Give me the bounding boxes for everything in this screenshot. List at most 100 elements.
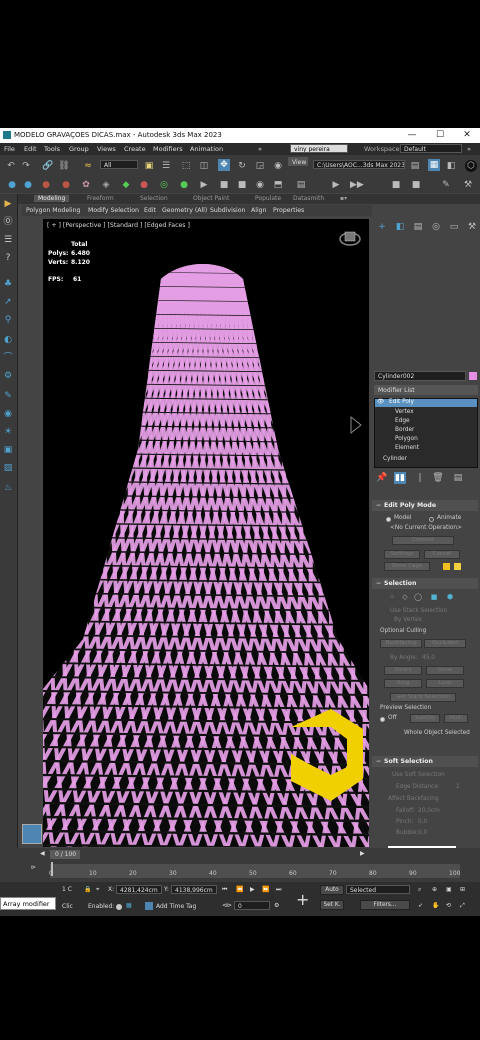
time-config-icon[interactable]: ⚙	[274, 902, 279, 909]
stack-cylinder[interactable]: Cylinder	[383, 456, 407, 462]
ribbon-options-icon[interactable]: ▪▾	[340, 195, 347, 202]
project-folder-select[interactable]: C:\Users\AOC...3ds Max 2023	[313, 160, 405, 169]
go-start-icon[interactable]: ⏮	[222, 886, 227, 894]
stop-render2-icon[interactable]: ■	[410, 179, 422, 191]
link-icon[interactable]: 🔗	[42, 160, 54, 172]
vertex-mode-icon[interactable]: ⁘	[386, 591, 398, 603]
panel-align[interactable]: Align	[251, 207, 267, 214]
tab-modeling[interactable]: Modeling	[34, 195, 70, 202]
remove-modifier-icon[interactable]: 🗑	[432, 472, 444, 484]
menu-create[interactable]: Create	[124, 145, 146, 153]
animate-radio[interactable]	[429, 517, 434, 522]
bind-spacewarp-icon[interactable]: ≈	[82, 160, 94, 172]
modifier-stack[interactable]: 👁 Edit Poly Vertex Edge Border Polygon E…	[374, 398, 478, 468]
layer-explorer-icon[interactable]: ◧	[445, 160, 457, 172]
edge-distance-label[interactable]: Edge Distance:	[396, 784, 440, 790]
pin-stack-icon[interactable]: 📌	[376, 472, 388, 484]
backfacing-button[interactable]: Backfacing	[380, 639, 422, 648]
percent-snap-icon[interactable]: ●	[40, 179, 52, 191]
stack-polygon[interactable]: Polygon	[395, 436, 418, 442]
play-animation-icon[interactable]: ▶	[250, 886, 255, 893]
eye-icon[interactable]: 👁	[377, 399, 384, 405]
folder-icon[interactable]: ▤	[409, 160, 421, 172]
trees-icon[interactable]: ♣	[2, 278, 14, 290]
panel-modify-selection[interactable]: Modify Selection	[88, 207, 139, 214]
grow-button[interactable]: Grow	[426, 666, 464, 675]
pin-icon[interactable]: ⚲	[2, 314, 14, 326]
by-vertex[interactable]: By Vertex	[394, 617, 422, 623]
render-setup-icon[interactable]: ◉	[254, 179, 266, 191]
render-icon[interactable]: ▤	[295, 179, 307, 191]
selection-set-select[interactable]: Selected	[346, 885, 410, 894]
undo-icon[interactable]: ↶	[5, 160, 17, 172]
key-mode-icon[interactable]: ⊲⊳	[222, 902, 232, 909]
reference-coordinate-select[interactable]: View	[288, 157, 308, 166]
preview-off-radio[interactable]	[380, 717, 385, 722]
cage-color-1[interactable]	[443, 563, 450, 570]
grid-icon[interactable]: ▦	[126, 902, 132, 909]
scene-icon[interactable]: ☰	[2, 234, 14, 246]
user-account[interactable]: viny pereira	[290, 144, 348, 153]
affect-backfacing[interactable]: Affect Backfacing	[388, 796, 439, 802]
show-end-result-icon[interactable]: ▮▮	[394, 472, 406, 484]
add-key-icon[interactable]: +	[296, 890, 309, 909]
by-angle-value[interactable]: 45,0	[422, 655, 435, 661]
select-object-icon[interactable]: ▣	[143, 160, 155, 172]
hierarchy-tab-icon[interactable]: ▤	[412, 221, 424, 233]
bubble-value[interactable]: 0,0	[418, 830, 427, 836]
make-unique-icon[interactable]: |	[414, 472, 426, 484]
auto-key-button[interactable]: Auto	[320, 885, 344, 895]
viewcube[interactable]	[339, 229, 361, 247]
track-expand-icon[interactable]: ⊳	[31, 864, 36, 871]
paint-tool-icon[interactable]: ✎	[2, 390, 14, 402]
soft-selection-header[interactable]: Soft Selection	[372, 756, 478, 767]
play-alt-icon[interactable]: ▶	[330, 179, 342, 191]
fast-forward-icon[interactable]: ▶▶	[350, 179, 364, 191]
align-icon[interactable]: ◆	[120, 179, 132, 191]
tab-object-paint[interactable]: Object Paint	[193, 195, 229, 202]
go-end-icon[interactable]: ⏭	[276, 886, 281, 894]
current-frame-field[interactable]: 0	[234, 901, 270, 910]
commit-button[interactable]: Commit	[392, 536, 454, 545]
frame-tool-icon[interactable]: ▣	[2, 444, 14, 456]
modify-tab-icon[interactable]: ◧	[394, 221, 406, 233]
multi-button[interactable]: Multi	[444, 714, 468, 723]
x-coordinate-field[interactable]: 4281,424cm	[116, 885, 162, 894]
viewport-label[interactable]: [ + ] [Perspective ] [Standard ] [Edged …	[47, 222, 190, 229]
menu-tools[interactable]: Tools	[44, 145, 60, 153]
tab-datasmith[interactable]: Datasmith	[293, 195, 324, 202]
edge-distance-value[interactable]: 1	[456, 784, 460, 790]
object-color-swatch[interactable]	[469, 372, 477, 380]
zoom-icon[interactable]: ⌕	[418, 886, 421, 894]
zoom-extents-icon[interactable]: ▣	[446, 886, 452, 893]
lamp-tool-icon[interactable]: ☀	[2, 426, 14, 438]
stack-edit-poly[interactable]: Edit Poly	[389, 399, 414, 405]
perspective-viewport[interactable]: [ + ] [Perspective ] [Standard ] [Edged …	[43, 219, 369, 847]
polygon-mode-icon[interactable]: ■	[428, 591, 440, 603]
shape-tool-icon[interactable]: ◐	[2, 334, 14, 346]
stack-vertex[interactable]: Vertex	[395, 409, 414, 415]
edit-poly-mode-header[interactable]: Edit Poly Mode	[372, 500, 478, 511]
model-radio[interactable]	[386, 517, 391, 522]
show-cage-button[interactable]: Show Cage	[384, 562, 430, 571]
configure-sets-icon[interactable]: ▤	[452, 472, 464, 484]
placement-icon[interactable]: ◉	[272, 160, 284, 172]
lock-selection-icon[interactable]: 🔒	[84, 886, 91, 893]
workspace-select[interactable]: Default	[400, 144, 462, 153]
element-mode-icon[interactable]: ⬢	[444, 591, 456, 603]
selection-filter-select[interactable]: All	[100, 160, 138, 169]
cancel-button[interactable]: Cancel	[424, 550, 460, 559]
stop-icon[interactable]: ■	[218, 179, 230, 191]
border-mode-icon[interactable]: ◯	[412, 591, 424, 603]
maximize-button[interactable]: ☐	[431, 129, 449, 141]
menu-views[interactable]: Views	[97, 145, 116, 153]
y-coordinate-field[interactable]: 4138,996cm	[171, 885, 217, 894]
panel-subdivision[interactable]: Subdivision	[210, 207, 245, 214]
spinner-snap-icon[interactable]: ●	[60, 179, 72, 191]
modifier-list-select[interactable]: Modifier List	[374, 385, 478, 395]
tab-selection[interactable]: Selection	[140, 195, 168, 202]
stack-element[interactable]: Element	[395, 445, 419, 451]
enabled-toggle[interactable]	[116, 904, 122, 910]
material-editor-icon[interactable]: ●	[178, 179, 190, 191]
scale-icon[interactable]: ◲	[254, 160, 266, 172]
